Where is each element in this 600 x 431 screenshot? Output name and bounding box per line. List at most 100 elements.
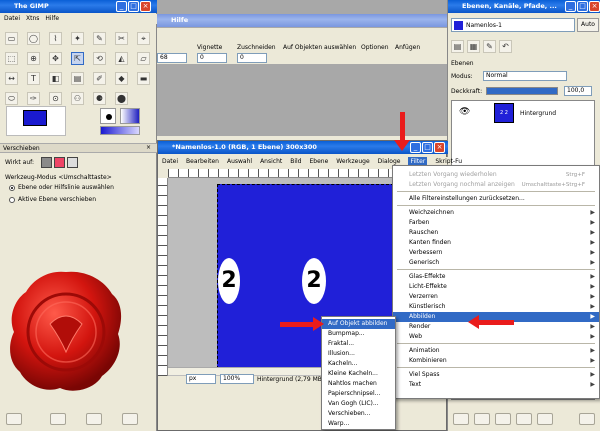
abbilden-submenu-item-7[interactable]: Papierschnipsel... (322, 389, 395, 399)
filter-menu-item-10[interactable]: Licht-Effekte ▶ (393, 282, 599, 292)
affects-selection-button[interactable] (54, 157, 65, 168)
radio-option-1[interactable] (9, 185, 15, 191)
mode-select[interactable]: Normal (483, 71, 567, 81)
image-selector[interactable]: Namenlos-1 (451, 18, 575, 32)
affects-path-button[interactable] (67, 157, 78, 168)
foreground-color[interactable] (23, 110, 47, 126)
radio-option-2[interactable] (9, 197, 15, 203)
color-picker-icon[interactable]: ⬚ (5, 52, 18, 65)
abbilden-submenu-item-9[interactable]: Verschieben... (322, 409, 395, 419)
lower-layer-button[interactable] (495, 413, 511, 425)
blend-icon[interactable]: ▬ (137, 72, 150, 85)
auto-button[interactable]: Auto (577, 18, 599, 32)
menu-bild[interactable]: Bild (290, 157, 301, 167)
minimize-icon[interactable]: _ (565, 1, 576, 12)
filter-menu-item-7[interactable]: Verbessern ▶ (393, 248, 599, 258)
menu-bearbeiten[interactable]: Bearbeiten (186, 157, 219, 167)
save-options-button[interactable] (6, 413, 22, 425)
raise-layer-button[interactable] (474, 413, 490, 425)
filter-menu-item-6[interactable]: Kanten finden ▶ (393, 238, 599, 248)
abbilden-submenu-item-3[interactable]: Illusion... (322, 349, 395, 359)
menu-hilfe[interactable]: Hilfe (45, 14, 59, 24)
filter-menu-item-15[interactable]: Web ▶ (393, 332, 599, 342)
duplicate-layer-button[interactable] (516, 413, 532, 425)
lasso-icon[interactable]: ⌇ (49, 32, 62, 45)
unit-select[interactable]: px (186, 374, 216, 384)
color-select-icon[interactable]: ✎ (93, 32, 106, 45)
paintbrush-icon[interactable]: ⬭ (5, 92, 18, 105)
menu-xtns[interactable]: Xtns (26, 14, 39, 24)
crop-icon[interactable]: ⟲ (93, 52, 106, 65)
eraser-icon[interactable]: ✑ (27, 92, 40, 105)
delete-layer-button[interactable] (579, 413, 595, 425)
new-layer-button[interactable] (453, 413, 469, 425)
tab-layers[interactable]: ▤ (451, 40, 464, 53)
perspective-icon[interactable]: ◧ (49, 72, 62, 85)
menu-datei[interactable]: Datei (4, 14, 20, 24)
filter-menu-item-3[interactable]: Weichzeichnen ▶ (393, 208, 599, 218)
fuzzy-select-icon[interactable]: ✦ (71, 32, 84, 45)
filter-menu-item-1[interactable]: Letzten Vorgang nochmal anzeigen Umschalt… (393, 180, 599, 190)
gradient-preview[interactable] (120, 108, 140, 124)
filter-menu-item-16[interactable]: Animation ▶ (393, 346, 599, 356)
menu-datei[interactable]: Datei (162, 157, 178, 167)
filter-menu-item-4[interactable]: Farben ▶ (393, 218, 599, 228)
magnify-icon[interactable]: ⊕ (27, 52, 40, 65)
layer-row[interactable]: 👁 2 2 Hintergrund (452, 101, 594, 125)
filter-menu-item-8[interactable]: Generisch ▶ (393, 258, 599, 268)
maximize-icon[interactable]: □ (128, 1, 139, 12)
pattern-preview[interactable] (100, 126, 140, 135)
filter-menu-item-19[interactable]: Text ▶ (393, 380, 599, 390)
filter-menu-item-5[interactable]: Rauschen ▶ (393, 228, 599, 238)
close-icon[interactable]: × (140, 1, 151, 12)
dodge-burn-icon[interactable]: ⬤ (115, 92, 128, 105)
filter-menu-item-0[interactable]: Letzten Vorgang wiederholen Strg+F (393, 170, 599, 180)
value-field-3[interactable]: 0 (237, 53, 267, 63)
value-field-2[interactable]: 0 (197, 53, 227, 63)
close-icon[interactable]: × (434, 142, 445, 153)
abbilden-submenu-item-5[interactable]: Kleine Kacheln... (322, 369, 395, 379)
clone-icon[interactable]: ⚈ (93, 92, 106, 105)
close-icon[interactable]: × (589, 1, 600, 12)
abbilden-submenu-item-6[interactable]: Nahtlos machen (322, 379, 395, 389)
abbilden-submenu-item-8[interactable]: Van Gogh (LIC)... (322, 399, 395, 409)
reset-options-button[interactable] (122, 413, 138, 425)
filter-menu-item-9[interactable]: Glas-Effekte ▶ (393, 272, 599, 282)
scissors-icon[interactable]: ✂ (115, 32, 128, 45)
flip-icon[interactable]: ▤ (71, 72, 84, 85)
filter-menu-item-18[interactable]: Viel Spass ▶ (393, 370, 599, 380)
rotate-icon[interactable]: ◭ (115, 52, 128, 65)
delete-options-button[interactable] (86, 413, 102, 425)
filter-menu-item-12[interactable]: Künstlerisch ▶ (393, 302, 599, 312)
filter-menu-item-11[interactable]: Verzerren ▶ (393, 292, 599, 302)
opacity-field[interactable]: 100,0 (564, 86, 592, 96)
text-icon[interactable]: T (27, 72, 40, 85)
filter-menu-item-17[interactable]: Kombinieren ▶ (393, 356, 599, 366)
abbilden-submenu-item-10[interactable]: Warp... (322, 419, 395, 429)
bucket-fill-icon[interactable]: ◆ (115, 72, 128, 85)
scale-icon[interactable]: ▱ (137, 52, 150, 65)
abbilden-submenu-item-0[interactable]: Auf Objekt abbilden (322, 319, 395, 329)
tab-undo[interactable]: ↶ (499, 40, 512, 53)
zoom-select[interactable]: 100% (220, 374, 254, 384)
ellipse-select-icon[interactable]: ◯ (27, 32, 40, 45)
shear-icon[interactable]: ↔ (5, 72, 18, 85)
tab-paths[interactable]: ✎ (483, 40, 496, 53)
eye-icon[interactable]: 👁 (459, 107, 470, 117)
abbilden-submenu-item-2[interactable]: Fraktal... (322, 339, 395, 349)
menu-werkzeuge[interactable]: Werkzeuge (336, 157, 369, 167)
anchor-layer-button[interactable] (537, 413, 553, 425)
abbilden-submenu-item-1[interactable]: Bumpmap... (322, 329, 395, 339)
maximize-icon[interactable]: □ (422, 142, 433, 153)
close-icon[interactable]: × (146, 144, 151, 151)
menu-ebene[interactable]: Ebene (310, 157, 329, 167)
abbilden-submenu-item-4[interactable]: Kacheln... (322, 359, 395, 369)
filter-menu-item-2[interactable]: Alle Filtereinstellungen zurücksetzen... (393, 194, 599, 204)
opacity-slider[interactable] (486, 87, 558, 95)
airbrush-icon[interactable]: ⊙ (49, 92, 62, 105)
value-field-1[interactable]: 68 (157, 53, 187, 63)
move-icon[interactable]: ⇱ (71, 52, 84, 65)
menu-ansicht[interactable]: Ansicht (260, 157, 282, 167)
maximize-icon[interactable]: □ (577, 1, 588, 12)
rect-select-icon[interactable]: ▭ (5, 32, 18, 45)
